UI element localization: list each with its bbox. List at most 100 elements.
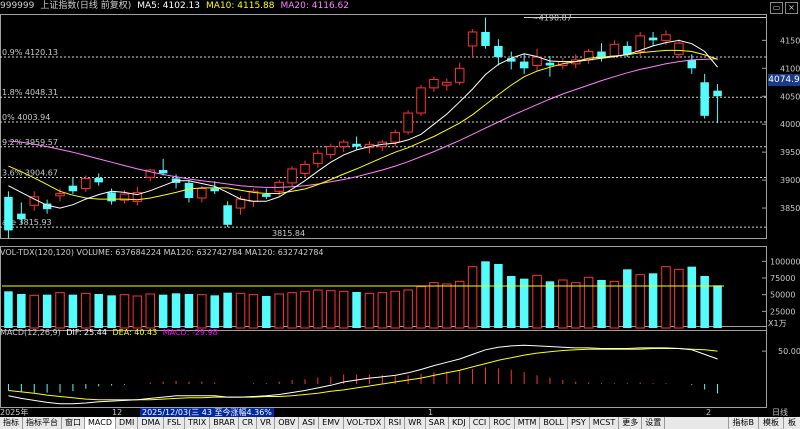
volume-bar — [313, 289, 323, 329]
price-panel-border — [0, 14, 767, 239]
tab-dmi[interactable]: DMI — [116, 417, 139, 429]
tab-roc[interactable]: ROC — [490, 417, 515, 429]
volume-bar — [17, 294, 26, 328]
tab-mtm[interactable]: MTM — [515, 417, 541, 429]
volume-bar — [223, 292, 232, 328]
volume-bar — [507, 276, 516, 328]
selected-date-info: 2025/12/03(三 43 至今涨幅4.36% — [140, 408, 274, 417]
candlestick-chart[interactable]: 4150 4100 4050 4000 3950 3900 3850 0.9% 4120.13… — [0, 0, 800, 429]
candle-body — [17, 213, 26, 220]
macd-title: MACD(12,26,9) DIF: 25.44 DEA: 40.43 MACD… — [0, 328, 218, 338]
tab-vr[interactable]: VR — [257, 417, 276, 429]
tab-cci[interactable]: CCI — [470, 417, 491, 429]
tab-wr[interactable]: WR — [405, 417, 426, 429]
volume-bar — [68, 294, 78, 328]
right-tab-模板[interactable]: 模板 — [758, 417, 783, 429]
candle-body — [94, 177, 103, 183]
price-axis-label: 3950 — [780, 148, 800, 157]
volume-bar — [648, 273, 658, 328]
candle-body — [442, 81, 452, 86]
tab-asi[interactable]: ASI — [299, 417, 320, 429]
volume-bar — [171, 293, 181, 328]
tab-obv[interactable]: OBV — [275, 417, 300, 429]
fib-level-label: 1.8% 4048.31 — [2, 88, 58, 97]
candle-body — [338, 141, 349, 148]
candle-body — [700, 82, 709, 116]
volume-bar — [429, 282, 439, 329]
ma10-line — [8, 49, 718, 201]
volume-bar — [262, 296, 271, 328]
volume-bar — [494, 264, 503, 328]
volume-bar — [94, 294, 103, 328]
tab-指标[interactable]: 指标 — [0, 417, 23, 429]
fib-level-label: 9.2% 3959.57 — [2, 138, 58, 147]
candle-body — [235, 198, 246, 209]
volume-bar — [635, 274, 645, 329]
tab-rsi[interactable]: RSI — [385, 417, 406, 429]
volume-bar — [132, 295, 143, 329]
tab-macd[interactable]: MACD — [85, 417, 116, 429]
tab-设置[interactable]: 设置 — [642, 417, 666, 429]
tab-dma[interactable]: DMA — [138, 417, 164, 429]
date-year: 2025年 — [0, 408, 29, 417]
volume-bar — [197, 294, 207, 329]
volume-bar — [674, 268, 684, 329]
volume-bar — [248, 294, 259, 329]
volume-bar — [338, 290, 349, 329]
candle-body — [532, 56, 542, 67]
volume-bar — [545, 281, 555, 328]
volume-bar — [597, 280, 606, 328]
date-month-1: 1 — [428, 408, 434, 417]
price-axis-label: 4050 — [780, 92, 800, 101]
tab-emv[interactable]: EMV — [319, 417, 344, 429]
tab-mcst[interactable]: MCST — [590, 417, 620, 429]
candle-body — [454, 67, 465, 83]
volume-bar — [609, 280, 620, 329]
current-price-tag: 4074.9 — [768, 74, 800, 86]
tab-trix[interactable]: TRIX — [185, 417, 211, 429]
tab-brar[interactable]: BRAR — [210, 417, 240, 429]
tab-cr[interactable]: CR — [239, 417, 258, 429]
dif-line — [8, 344, 718, 405]
candle-body — [210, 188, 219, 192]
tab-kdj[interactable]: KDJ — [449, 417, 470, 429]
tab-fsl[interactable]: FSL — [164, 417, 185, 429]
date-month-2: 2 — [706, 408, 712, 417]
candle-body — [158, 170, 168, 174]
tab-boll[interactable]: BOLL — [540, 417, 568, 429]
candle-body — [313, 152, 323, 164]
ma5-line — [8, 39, 718, 209]
date-period[interactable]: 日线 — [772, 408, 788, 417]
candle-body — [184, 182, 194, 198]
candle-body — [481, 31, 490, 46]
volume-bar — [274, 293, 284, 329]
tab-sar[interactable]: SAR — [426, 417, 449, 429]
volume-bar — [107, 295, 116, 328]
volume-bar — [55, 292, 65, 329]
candle-body — [300, 163, 310, 174]
candle-body — [197, 187, 207, 199]
fib-level-label: 0% 4003.94 — [2, 113, 50, 122]
tab-vol-tdx[interactable]: VOL-TDX — [344, 417, 386, 429]
volume-bar — [364, 292, 375, 329]
volume-bar — [403, 289, 413, 329]
candle-body — [68, 185, 78, 192]
candle-body — [55, 193, 65, 197]
right-tab-指标B[interactable]: 指标B — [727, 417, 759, 429]
volume-bar — [42, 294, 52, 328]
right-tab-板[interactable]: 板 — [783, 417, 800, 429]
volume-bar — [326, 290, 336, 329]
tab-psy[interactable]: PSY — [568, 417, 590, 429]
candle-body — [223, 205, 232, 225]
candle-body — [609, 43, 620, 57]
volume-bar — [235, 292, 246, 329]
volume-bar — [661, 266, 671, 329]
tab-窗口[interactable]: 窗口 — [62, 417, 85, 429]
tab-更多[interactable]: 更多 — [619, 417, 643, 429]
candle-body — [494, 45, 503, 58]
date-month-12: 12 — [112, 408, 123, 417]
price-axis-label: 4150 — [780, 36, 800, 45]
volume-bar — [352, 292, 361, 328]
volume-bar — [377, 292, 388, 329]
tab-指标平台[interactable]: 指标平台 — [23, 417, 62, 429]
